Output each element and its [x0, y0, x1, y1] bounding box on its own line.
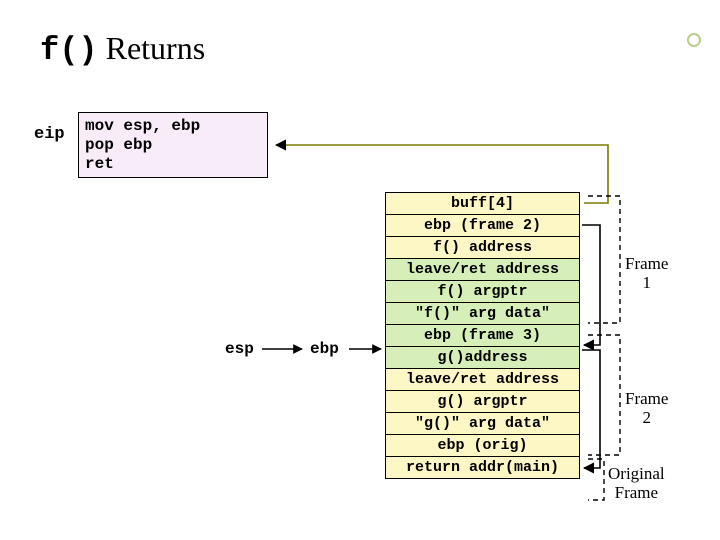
stack-cell: ebp (orig) — [385, 435, 580, 457]
stack-cell: f() argptr — [385, 281, 580, 303]
title-rest: Returns — [98, 30, 206, 66]
stack-cell: g() argptr — [385, 391, 580, 413]
stack-cell: return addr(main) — [385, 457, 580, 479]
ebp-pointer-label: ebp — [310, 340, 339, 358]
stack-cell: f() address — [385, 237, 580, 259]
eip-label: eip — [34, 125, 65, 144]
frame-1-label: Frame 1 — [625, 255, 668, 292]
stack-cell: "g()" arg data" — [385, 413, 580, 435]
frame-2-label: Frame 2 — [625, 390, 668, 427]
stack-cell: leave/ret address — [385, 369, 580, 391]
stack-table: buff[4] ebp (frame 2) f() address leave/… — [385, 192, 580, 479]
stack-cell: "f()" arg data" — [385, 303, 580, 325]
diagram-arrows — [0, 0, 720, 540]
asm-code-box: mov esp, ebp pop ebp ret — [78, 112, 268, 178]
slide-title: f() Returns — [40, 30, 205, 69]
stack-cell: buff[4] — [385, 193, 580, 215]
title-code: f() — [40, 32, 98, 69]
stack-cell: ebp (frame 2) — [385, 215, 580, 237]
stack-cell: ebp (frame 3) — [385, 325, 580, 347]
esp-pointer-label: esp — [225, 340, 254, 358]
stack-cell: g()address — [385, 347, 580, 369]
stack-cell: leave/ret address — [385, 259, 580, 281]
original-frame-label: Original Frame — [608, 465, 665, 502]
